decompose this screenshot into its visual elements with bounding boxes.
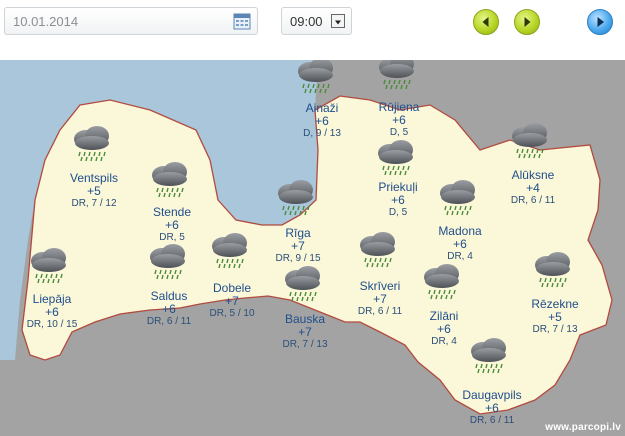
city-wind: DR, 10 / 15 [26,319,78,330]
city-temperature: +4 [526,181,540,195]
arrow-left-icon [482,17,489,27]
city-temperature: +6 [165,218,179,232]
city-wind: DR, 5 [159,232,185,243]
city-wind: DR, 4 [431,336,457,347]
city-wind: DR, 4 [447,251,473,262]
city-name: Dobele [212,281,252,295]
city-name: Stende [152,205,192,219]
city-name: Rīga [285,226,311,240]
city-wind: D, 5 [388,207,408,218]
city-name: Daugavpils [462,388,522,402]
next-button[interactable] [514,9,540,35]
city-forecast[interactable]: Daugavpils +6 DR, 6 / 11 [447,389,537,426]
city-temperature: +5 [87,184,101,198]
toolbar: 10.01.2014 09:00 [0,0,625,52]
city-wind: DR, 7 / 13 [532,324,578,335]
city-forecast[interactable]: Priekuļi +6 D, 5 [353,181,443,218]
play-button[interactable] [587,9,613,35]
city-name: Ventspils [69,171,119,185]
time-value: 09:00 [290,14,323,29]
city-name: Zilāni [429,309,459,323]
city-temperature: +6 [391,193,405,207]
city-wind: DR, 7 / 13 [282,339,328,350]
city-temperature: +6 [437,322,451,336]
city-name: Rēzekne [531,297,579,311]
prev-button[interactable] [473,9,499,35]
city-temperature: +7 [225,294,239,308]
city-name: Priekuļi [378,180,418,194]
arrow-right-icon [524,17,531,27]
city-name: Skrīveri [359,279,401,293]
date-input[interactable]: 10.01.2014 [4,7,258,35]
city-temperature: +6 [453,237,467,251]
city-forecast[interactable]: Ventspils +5 DR, 7 / 12 [49,172,139,209]
city-temperature: +6 [45,305,59,319]
calendar-icon[interactable] [233,12,251,30]
city-forecast[interactable]: Rēzekne +5 DR, 7 / 13 [510,298,600,335]
city-temperature: +6 [392,113,406,127]
city-wind: DR, 6 / 11 [469,415,515,426]
date-value: 10.01.2014 [13,14,79,29]
city-wind: DR, 9 / 15 [275,253,321,264]
city-forecast[interactable]: Zilāni +6 DR, 4 [399,310,489,347]
chevron-down-icon[interactable] [331,14,345,28]
play-icon [597,17,604,27]
city-name: Madona [438,224,482,238]
city-name: Alūksne [511,168,555,182]
city-wind: DR, 7 / 12 [71,198,117,209]
watermark: www.parcopi.lv [545,422,621,433]
city-forecast[interactable]: Alūksne +4 DR, 6 / 11 [488,169,578,206]
city-temperature: +7 [291,239,305,253]
city-forecast[interactable]: Bauska +7 DR, 7 / 13 [260,313,350,350]
city-temperature: +5 [548,310,562,324]
city-name: Bauska [284,312,326,326]
city-forecast[interactable]: Madona +6 DR, 4 [415,225,505,262]
city-forecast[interactable]: Rīga +7 DR, 9 / 15 [253,227,343,264]
time-select[interactable]: 09:00 [281,7,352,35]
city-wind: D, 5 [389,127,409,138]
city-forecast[interactable]: Stende +6 DR, 5 [127,206,217,243]
city-temperature: +7 [373,292,387,306]
city-forecast[interactable]: Liepāja +6 DR, 10 / 15 [7,293,97,330]
city-name: Rūjiena [378,100,420,114]
city-temperature: +6 [485,401,499,415]
city-wind: DR, 6 / 11 [510,195,556,206]
city-name: Liepāja [32,292,72,306]
city-forecast[interactable]: Rūjiena +6 D, 5 [354,101,444,138]
city-temperature: +7 [298,325,312,339]
